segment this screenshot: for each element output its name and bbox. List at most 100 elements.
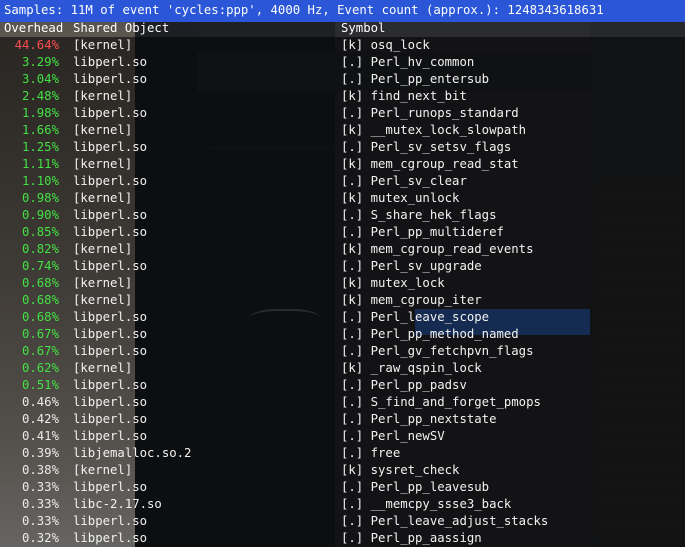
- symbol-cell: [.] S_share_hek_flags: [341, 208, 497, 222]
- overhead-cell: 0.41%: [21, 429, 59, 443]
- overhead-cell: 0.85%: [21, 225, 59, 239]
- table-row[interactable]: 0.39% libjemalloc.so.2 [.] free: [0, 445, 685, 462]
- overhead-cell: 1.25%: [21, 140, 59, 154]
- overhead-cell: 0.33%: [21, 497, 59, 511]
- overhead-cell: 3.29%: [21, 55, 59, 69]
- symbol-cell: [.] Perl_pp_padsv: [341, 378, 467, 392]
- table-row[interactable]: 0.85% libperl.so [.] Perl_pp_multideref: [0, 224, 685, 241]
- symbol-cell: [.] Perl_sv_setsv_flags: [341, 140, 512, 154]
- shared-object-cell: libperl.so: [73, 378, 148, 392]
- overhead-cell: 0.33%: [21, 514, 59, 528]
- samples-header-bar: Samples: 11M of event 'cycles:ppp', 4000…: [0, 0, 685, 22]
- symbol-cell: [k] osq_lock: [341, 38, 430, 52]
- table-row[interactable]: 3.04% libperl.so [.] Perl_pp_entersub: [0, 71, 685, 88]
- table-row[interactable]: 0.90% libperl.so [.] S_share_hek_flags: [0, 207, 685, 224]
- shared-object-cell: libperl.so: [73, 72, 148, 86]
- symbol-cell: [.] Perl_pp_method_named: [341, 327, 519, 341]
- table-row[interactable]: 1.10% libperl.so [.] Perl_sv_clear: [0, 173, 685, 190]
- symbol-cell: [k] find_next_bit: [341, 89, 467, 103]
- shared-object-cell: [kernel]: [73, 361, 133, 375]
- shared-object-column-header: Shared Object: [73, 21, 170, 35]
- shared-object-cell: [kernel]: [73, 157, 133, 171]
- shared-object-cell: libperl.so: [73, 208, 148, 222]
- overhead-cell: 0.67%: [21, 327, 59, 341]
- symbol-cell: [.] Perl_pp_entersub: [341, 72, 490, 86]
- shared-object-cell: libperl.so: [73, 174, 148, 188]
- shared-object-cell: libperl.so: [73, 55, 148, 69]
- overhead-cell: 0.39%: [21, 446, 59, 460]
- shared-object-cell: libperl.so: [73, 480, 148, 494]
- symbol-column-header: Symbol: [341, 21, 386, 35]
- overhead-cell: 0.51%: [21, 378, 59, 392]
- table-row[interactable]: 0.41% libperl.so [.] Perl_newSV: [0, 428, 685, 445]
- table-row[interactable]: 0.74% libperl.so [.] Perl_sv_upgrade: [0, 258, 685, 275]
- overhead-cell: 2.48%: [21, 89, 59, 103]
- shared-object-cell: libperl.so: [73, 531, 148, 545]
- table-row[interactable]: 0.68% [kernel] [k] mutex_lock: [0, 275, 685, 292]
- table-row[interactable]: 1.98% libperl.so [.] Perl_runops_standard: [0, 105, 685, 122]
- shared-object-cell: [kernel]: [73, 191, 133, 205]
- overhead-cell: 0.68%: [21, 293, 59, 307]
- table-row[interactable]: 3.29% libperl.so [.] Perl_hv_common: [0, 54, 685, 71]
- shared-object-cell: libperl.so: [73, 106, 148, 120]
- shared-object-cell: libperl.so: [73, 140, 148, 154]
- table-row[interactable]: 0.51% libperl.so [.] Perl_pp_padsv: [0, 377, 685, 394]
- overhead-cell: 0.68%: [21, 276, 59, 290]
- overhead-cell: 44.64%: [14, 38, 59, 52]
- symbol-cell: [.] Perl_newSV: [341, 429, 445, 443]
- table-row[interactable]: 1.25% libperl.so [.] Perl_sv_setsv_flags: [0, 139, 685, 156]
- shared-object-cell: [kernel]: [73, 276, 133, 290]
- table-row[interactable]: 2.48% [kernel] [k] find_next_bit: [0, 88, 685, 105]
- perf-report-terminal[interactable]: Samples: 11M of event 'cycles:ppp', 4000…: [0, 0, 685, 547]
- symbol-cell: [.] __memcpy_ssse3_back: [341, 497, 512, 511]
- shared-object-cell: libperl.so: [73, 412, 148, 426]
- overhead-cell: 1.98%: [21, 106, 59, 120]
- table-row[interactable]: 0.33% libperl.so [.] Perl_pp_leavesub: [0, 479, 685, 496]
- shared-object-cell: libperl.so: [73, 225, 148, 239]
- overhead-cell: 0.90%: [21, 208, 59, 222]
- table-row[interactable]: 0.67% libperl.so [.] Perl_pp_method_named: [0, 326, 685, 343]
- shared-object-cell: libperl.so: [73, 259, 148, 273]
- overhead-column-header: Overhead: [4, 21, 64, 35]
- shared-object-cell: libperl.so: [73, 429, 148, 443]
- table-row[interactable]: 0.33% libc-2.17.so [.] __memcpy_ssse3_back: [0, 496, 685, 513]
- table-row[interactable]: 0.67% libperl.so [.] Perl_gv_fetchpvn_flag…: [0, 343, 685, 360]
- table-row[interactable]: 0.82% [kernel] [k] mem_cgroup_read_events: [0, 241, 685, 258]
- shared-object-cell: [kernel]: [73, 242, 133, 256]
- shared-object-cell: libperl.so: [73, 514, 148, 528]
- symbol-cell: [.] Perl_runops_standard: [341, 106, 519, 120]
- overhead-cell: 0.68%: [21, 310, 59, 324]
- table-row[interactable]: 0.62% [kernel] [k] _raw_qspin_lock: [0, 360, 685, 377]
- overhead-cell: 0.98%: [21, 191, 59, 205]
- shared-object-cell: [kernel]: [73, 463, 133, 477]
- symbol-cell: [.] Perl_sv_upgrade: [341, 259, 482, 273]
- symbol-cell: [k] mem_cgroup_iter: [341, 293, 482, 307]
- table-row[interactable]: 0.46% libperl.so [.] S_find_and_forget_pmo…: [0, 394, 685, 411]
- shared-object-cell: libjemalloc.so.2: [73, 446, 192, 460]
- table-row[interactable]: 0.38% [kernel] [k] sysret_check: [0, 462, 685, 479]
- shared-object-cell: libperl.so: [73, 395, 148, 409]
- overhead-cell: 0.38%: [21, 463, 59, 477]
- symbol-cell: [k] mem_cgroup_read_events: [341, 242, 534, 256]
- symbol-cell: [.] S_find_and_forget_pmops: [341, 395, 541, 409]
- table-row[interactable]: 0.68% libperl.so [.] Perl_leave_scope: [0, 309, 685, 326]
- table-row[interactable]: 0.42% libperl.so [.] Perl_pp_nextstate: [0, 411, 685, 428]
- table-row[interactable]: 0.32% libperl.so [.] Perl_pp_aassign: [0, 530, 685, 547]
- symbol-cell: [.] Perl_gv_fetchpvn_flags: [341, 344, 534, 358]
- shared-object-cell: [kernel]: [73, 123, 133, 137]
- report-rows: 44.64% [kernel] [k] osq_lock 3.29% libperl.s…: [0, 37, 685, 547]
- symbol-cell: [.] Perl_pp_leavesub: [341, 480, 490, 494]
- overhead-cell: 1.10%: [21, 174, 59, 188]
- table-row[interactable]: 0.98% [kernel] [k] mutex_unlock: [0, 190, 685, 207]
- shared-object-cell: libc-2.17.so: [73, 497, 162, 511]
- table-row[interactable]: 1.11% [kernel] [k] mem_cgroup_read_stat: [0, 156, 685, 173]
- overhead-cell: 0.67%: [21, 344, 59, 358]
- table-row[interactable]: 0.33% libperl.so [.] Perl_leave_adjust_sta…: [0, 513, 685, 530]
- symbol-cell: [.] Perl_leave_scope: [341, 310, 490, 324]
- overhead-cell: 3.04%: [21, 72, 59, 86]
- symbol-cell: [k] sysret_check: [341, 463, 460, 477]
- symbol-cell: [k] mutex_lock: [341, 276, 445, 290]
- table-row[interactable]: 0.68% [kernel] [k] mem_cgroup_iter: [0, 292, 685, 309]
- table-row[interactable]: 44.64% [kernel] [k] osq_lock: [0, 37, 685, 54]
- table-row[interactable]: 1.66% [kernel] [k] __mutex_lock_slowpath: [0, 122, 685, 139]
